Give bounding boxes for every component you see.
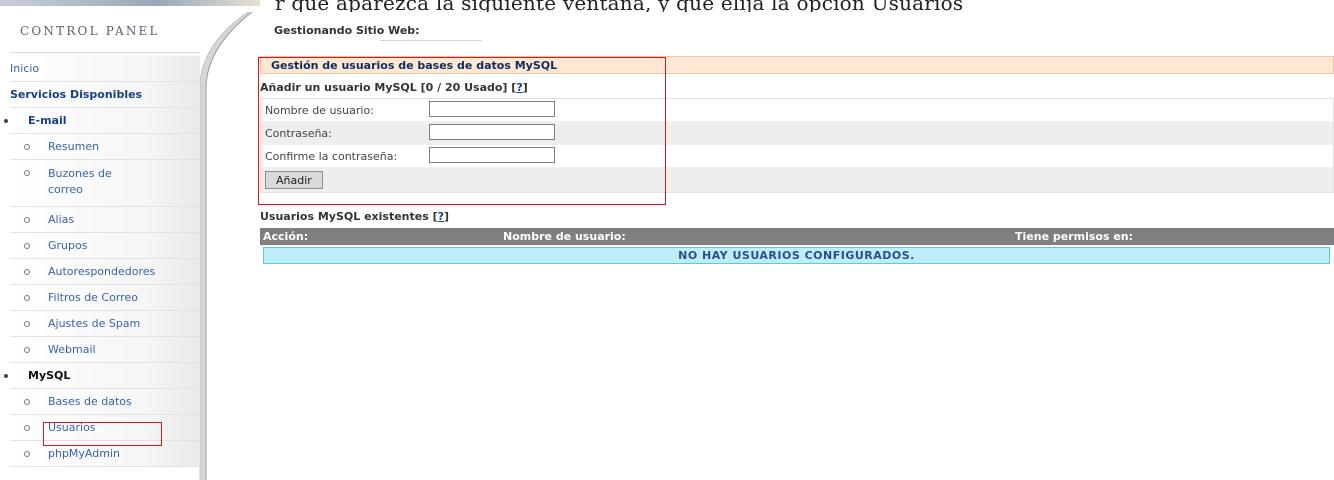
bullet-icon — [4, 374, 8, 378]
sidebar-item-label: Inicio — [10, 62, 40, 75]
cropped-instruction-text: r que aparezca la siguiente ventana, y q… — [275, 0, 964, 12]
sidebar-item-alias[interactable]: Alias — [10, 207, 200, 233]
bullet-ring-icon — [24, 347, 30, 353]
column-permisos: Tiene permisos en: — [1015, 230, 1134, 243]
sidebar-item-label: Grupos — [48, 239, 88, 252]
bullet-ring-icon — [24, 170, 30, 176]
sidebar-item-resumen[interactable]: Resumen — [10, 134, 200, 160]
sidebar-section-label: Servicios Disponibles — [10, 88, 143, 101]
sidebar-item-label: E-mail — [28, 114, 67, 127]
users-table-header: Acción: Nombre de usuario: Tiene permiso… — [260, 228, 1334, 245]
site-value-line — [380, 40, 482, 41]
sidebar-item-webmail[interactable]: Webmail — [10, 337, 200, 363]
sidebar-item-filtros[interactable]: Filtros de Correo — [10, 285, 200, 311]
sidebar: CONTROL PANEL Inicio Servicios Disponibl… — [0, 12, 252, 480]
sidebar-item-label: Bases de datos — [48, 395, 132, 408]
existing-users-title: Usuarios MySQL existentes [?] — [260, 210, 449, 223]
sidebar-item-label: Webmail — [48, 343, 96, 356]
bullet-ring-icon — [24, 269, 30, 275]
existing-users-title-text: Usuarios MySQL existentes [ — [260, 210, 438, 223]
existing-users-title-end: ] — [444, 210, 450, 223]
sidebar-item-label: Ajustes de Spam — [48, 317, 141, 330]
bullet-icon — [4, 119, 8, 123]
sidebar-item-spam[interactable]: Ajustes de Spam — [10, 311, 200, 337]
header-divider — [10, 52, 200, 53]
bullet-ring-icon — [24, 217, 30, 223]
bullet-ring-icon — [24, 451, 30, 457]
sidebar-item-label: MySQL — [28, 369, 71, 382]
sidebar-item-bases-de-datos[interactable]: Bases de datos — [10, 389, 200, 415]
bullet-ring-icon — [24, 425, 30, 431]
header-banner — [0, 0, 260, 6]
bullet-ring-icon — [24, 144, 30, 150]
sidebar-item-label: Buzones de correo — [48, 167, 112, 196]
sidebar-item-inicio[interactable]: Inicio — [10, 56, 200, 82]
sidebar-item-buzones[interactable]: Buzones de correo — [10, 160, 200, 207]
column-nombre-usuario: Nombre de usuario: — [503, 230, 626, 243]
no-users-message: NO HAY USUARIOS CONFIGURADOS. — [263, 247, 1330, 264]
sidebar-item-label: phpMyAdmin — [48, 447, 120, 460]
form-highlight-box — [258, 57, 666, 205]
usuarios-highlight-box — [43, 422, 162, 446]
sidebar-item-label: Filtros de Correo — [48, 291, 138, 304]
bullet-ring-icon — [24, 321, 30, 327]
sidebar-item-label: Alias — [48, 213, 75, 226]
bullet-ring-icon — [24, 295, 30, 301]
sidebar-group-email[interactable]: E-mail — [4, 108, 200, 134]
top-strip: r que aparezca la siguiente ventana, y q… — [0, 0, 1334, 12]
sidebar-item-label: Autorespondedores — [48, 265, 156, 278]
main-content: Gestionando Sitio Web: Gestión de usuari… — [258, 12, 1334, 480]
sidebar-item-grupos[interactable]: Grupos — [10, 233, 200, 259]
bullet-ring-icon — [24, 243, 30, 249]
control-panel-title: CONTROL PANEL — [20, 24, 160, 38]
sidebar-group-mysql[interactable]: MySQL — [4, 363, 200, 389]
column-accion: Acción: — [263, 230, 309, 243]
sidebar-item-label: Resumen — [48, 140, 100, 153]
sidebar-section-servicios: Servicios Disponibles — [10, 82, 200, 108]
site-label: Gestionando Sitio Web: — [274, 24, 420, 37]
sidebar-item-autorespondedores[interactable]: Autorespondedores — [10, 259, 200, 285]
bullet-ring-icon — [24, 399, 30, 405]
